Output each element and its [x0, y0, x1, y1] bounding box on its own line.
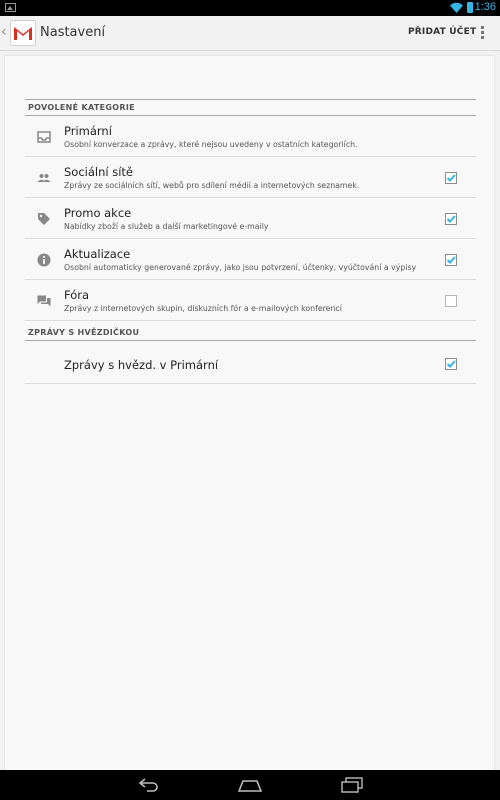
category-title: Promo akce: [64, 206, 132, 220]
category-subtitle: Osobní automaticky generované zprávy, ja…: [64, 263, 417, 272]
page-title: Nastavení: [40, 25, 106, 40]
settings-content: POVOLENÉ KATEGORIE Primární Osobní konve…: [0, 51, 500, 770]
category-row-promotions[interactable]: Promo akce Nabídky zboží a služeb a dalš…: [25, 199, 476, 239]
battery-icon: [467, 2, 473, 13]
section-header-categories: POVOLENÉ KATEGORIE: [25, 102, 476, 116]
category-row-updates[interactable]: Aktualizace Osobní automaticky generovan…: [25, 240, 476, 280]
category-row-primary[interactable]: Primární Osobní konverzace a zprávy, kte…: [25, 117, 476, 157]
inbox-icon: [37, 131, 51, 143]
forums-checkbox[interactable]: [445, 295, 457, 307]
category-title: Primární: [64, 124, 112, 138]
section-divider: [25, 99, 476, 100]
people-icon: [37, 174, 51, 182]
promotions-checkbox[interactable]: [445, 213, 457, 225]
category-row-forums[interactable]: Fóra Zprávy z internetových skupin, disk…: [25, 281, 476, 321]
home-icon[interactable]: [237, 777, 263, 793]
gallery-icon: [5, 3, 16, 12]
starred-title: Zprávy s hvězd. v Primární: [64, 358, 219, 372]
category-title: Sociální sítě: [64, 165, 134, 179]
starred-in-primary-row[interactable]: Zprávy s hvězd. v Primární: [25, 344, 476, 384]
status-bar: 1:36: [0, 0, 500, 16]
action-bar: ‹ Nastavení PŘIDAT ÚČET: [0, 16, 500, 51]
info-icon: [37, 253, 51, 267]
forum-icon: [37, 295, 51, 307]
category-subtitle: Zprávy ze sociálních sítí, webů pro sdíl…: [64, 181, 360, 190]
starred-checkbox[interactable]: [445, 358, 457, 370]
status-clock: 1:36: [474, 1, 496, 13]
wifi-icon: [450, 2, 463, 13]
navigation-bar: [0, 770, 500, 800]
recent-apps-icon[interactable]: [340, 777, 364, 793]
section-header-label: ZPRÁVY S HVĚZDIČKOU: [28, 328, 140, 337]
back-icon[interactable]: [137, 777, 161, 793]
tag-icon: [38, 213, 50, 225]
section-header-starred: ZPRÁVY S HVĚZDIČKOU: [25, 327, 476, 341]
category-title: Fóra: [64, 288, 90, 302]
overflow-menu-icon[interactable]: [478, 24, 486, 42]
up-caret-icon[interactable]: ‹: [1, 24, 7, 40]
category-title: Aktualizace: [64, 247, 131, 261]
category-row-social[interactable]: Sociální sítě Zprávy ze sociálních sítí,…: [25, 158, 476, 198]
social-checkbox[interactable]: [445, 172, 457, 184]
section-header-label: POVOLENÉ KATEGORIE: [28, 103, 135, 112]
add-account-button[interactable]: PŘIDAT ÚČET: [408, 27, 476, 37]
category-subtitle: Zprávy z internetových skupin, diskuzníc…: [64, 304, 342, 313]
updates-checkbox[interactable]: [445, 254, 457, 266]
category-subtitle: Osobní konverzace a zprávy, které nejsou…: [64, 140, 358, 149]
category-subtitle: Nabídky zboží a služeb a další marketing…: [64, 222, 269, 231]
gmail-logo-icon[interactable]: [10, 20, 36, 46]
